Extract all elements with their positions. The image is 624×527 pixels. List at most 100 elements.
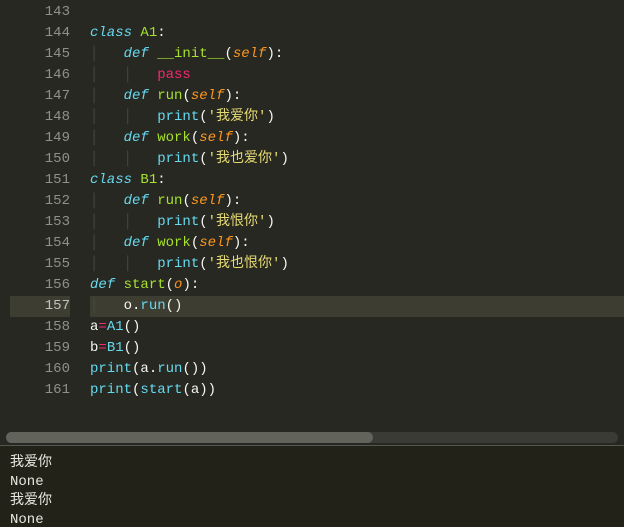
code-token: () — [124, 340, 141, 356]
code-token: │ — [90, 88, 124, 104]
line-number: 160 — [10, 359, 70, 380]
code-token: : — [157, 25, 165, 41]
code-token: () — [124, 319, 141, 335]
line-number: 144 — [10, 23, 70, 44]
code-token: self — [199, 235, 233, 251]
line-number: 146 — [10, 65, 70, 86]
code-line[interactable]: │ def __init__(self): — [90, 44, 624, 65]
code-token: print — [157, 151, 199, 167]
code-token: def — [124, 46, 158, 62]
code-token: ( — [191, 235, 199, 251]
code-token: run — [157, 88, 182, 104]
code-editor[interactable]: 1431441451461471481491501511521531541551… — [0, 0, 624, 430]
code-token: def — [124, 88, 158, 104]
code-token: ): — [224, 88, 241, 104]
line-number: 151 — [10, 170, 70, 191]
code-token: ( — [166, 277, 174, 293]
code-token: work — [157, 235, 191, 251]
code-token: self — [191, 193, 225, 209]
code-token: ): — [266, 46, 283, 62]
line-number: 158 — [10, 317, 70, 338]
code-token: '我爱你' — [208, 109, 267, 125]
code-token: ( — [224, 46, 232, 62]
line-number: 147 — [10, 86, 70, 107]
code-line[interactable]: │ o.run() — [90, 296, 624, 317]
code-line[interactable]: b=B1() — [90, 338, 624, 359]
code-token: ( — [199, 214, 207, 230]
code-token: A1 — [140, 25, 157, 41]
code-token: B1 — [140, 172, 157, 188]
line-number: 155 — [10, 254, 70, 275]
code-token: work — [157, 130, 191, 146]
code-line[interactable]: print(a.run()) — [90, 359, 624, 380]
code-token: '我也恨你' — [208, 256, 281, 272]
code-line[interactable]: │ │ pass — [90, 65, 624, 86]
code-token: ( — [182, 193, 190, 209]
code-token: def — [90, 277, 124, 293]
code-token: │ — [90, 298, 124, 314]
code-token: ( — [199, 256, 207, 272]
scrollbar-thumb[interactable] — [6, 432, 373, 443]
code-line[interactable]: │ │ print('我爱你') — [90, 107, 624, 128]
line-number: 153 — [10, 212, 70, 233]
code-token: start — [124, 277, 166, 293]
code-token: │ — [90, 46, 124, 62]
code-token: ( — [191, 130, 199, 146]
code-line[interactable] — [90, 2, 624, 23]
code-line[interactable]: class B1: — [90, 170, 624, 191]
code-token: B1 — [107, 340, 124, 356]
code-token: (a)) — [182, 382, 216, 398]
code-token: ) — [280, 151, 288, 167]
code-token: │ │ — [90, 109, 157, 125]
code-token: ( — [199, 151, 207, 167]
code-line[interactable]: │ def run(self): — [90, 191, 624, 212]
code-token: ) — [266, 214, 274, 230]
line-number: 156 — [10, 275, 70, 296]
code-line[interactable]: │ │ print('我也恨你') — [90, 254, 624, 275]
code-token: '我也爱你' — [208, 151, 281, 167]
scrollbar-track[interactable] — [6, 432, 618, 443]
code-token: run — [140, 298, 165, 314]
code-token: print — [90, 361, 132, 377]
code-token: = — [98, 340, 106, 356]
code-token: print — [157, 214, 199, 230]
code-token: (a. — [132, 361, 157, 377]
code-token: pass — [157, 67, 191, 83]
code-token: ( — [199, 109, 207, 125]
code-line[interactable]: a=A1() — [90, 317, 624, 338]
code-token: '我恨你' — [208, 214, 267, 230]
code-token: ) — [266, 109, 274, 125]
code-line[interactable]: │ def work(self): — [90, 128, 624, 149]
code-line[interactable]: │ │ print('我也爱你') — [90, 149, 624, 170]
code-line[interactable]: │ │ print('我恨你') — [90, 212, 624, 233]
code-token: start — [140, 382, 182, 398]
code-area[interactable]: class A1:│ def __init__(self):│ │ pass│ … — [90, 0, 624, 430]
code-token: print — [157, 109, 199, 125]
code-line[interactable]: class A1: — [90, 23, 624, 44]
code-token: () — [166, 298, 183, 314]
line-number: 154 — [10, 233, 70, 254]
code-line[interactable]: │ def work(self): — [90, 233, 624, 254]
code-line[interactable]: │ def run(self): — [90, 86, 624, 107]
code-token: │ │ — [90, 151, 157, 167]
code-token: │ │ — [90, 256, 157, 272]
code-token: o. — [124, 298, 141, 314]
code-token: A1 — [107, 319, 124, 335]
code-token: def — [124, 193, 158, 209]
code-token: ): — [182, 277, 199, 293]
code-token: class — [90, 172, 140, 188]
code-token: print — [90, 382, 132, 398]
code-token: self — [199, 130, 233, 146]
line-number: 157 — [10, 296, 70, 317]
code-line[interactable]: print(start(a)) — [90, 380, 624, 401]
line-number: 149 — [10, 128, 70, 149]
code-token: │ — [90, 193, 124, 209]
code-line[interactable]: def start(o): — [90, 275, 624, 296]
code-token: def — [124, 235, 158, 251]
horizontal-scrollbar[interactable] — [0, 430, 624, 445]
code-token: ) — [280, 256, 288, 272]
code-token: ): — [233, 235, 250, 251]
line-number: 161 — [10, 380, 70, 401]
code-token: │ — [90, 235, 124, 251]
code-token: ): — [224, 193, 241, 209]
